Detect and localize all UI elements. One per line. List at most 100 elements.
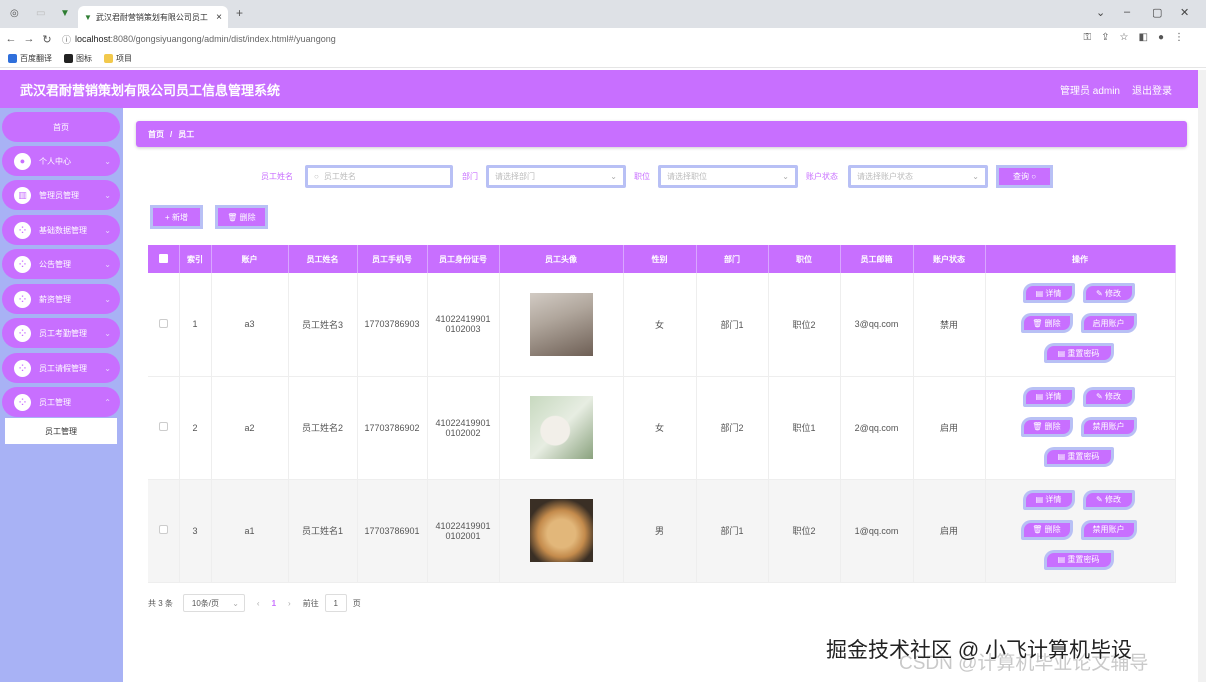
sidebar-item-basic-data[interactable]: ⁘ 基础数据管理 ⌄: [2, 215, 120, 245]
translate-icon: [8, 54, 17, 63]
pinned-tab-icon[interactable]: ▭: [36, 8, 45, 19]
toolbar-icons[interactable]: ⚿⇪☆◧●⋮: [1084, 32, 1194, 43]
sidebar-item-attendance[interactable]: ⁘ 员工考勤管理 ⌄: [2, 318, 120, 348]
row-checkbox[interactable]: [148, 376, 180, 480]
folder-icon: [104, 54, 113, 63]
detail-button[interactable]: ▤ 详情: [1022, 489, 1075, 510]
page-number-current[interactable]: 1: [272, 599, 276, 608]
row-checkbox[interactable]: [148, 273, 180, 377]
next-page-button[interactable]: ›: [288, 599, 291, 608]
cell-phone: 17703786902: [357, 376, 428, 480]
table-row: 2 a2 员工姓名2 17703786902 41022419901 010200…: [148, 376, 1176, 480]
cell-avatar: [499, 479, 624, 583]
cell-id-number: 41022419901 0102001: [427, 479, 500, 583]
reset-password-button[interactable]: ▤ 重置密码: [1043, 549, 1114, 570]
batch-delete-button[interactable]: 🗑 删除: [215, 205, 268, 229]
tab-search-icon[interactable]: ⌄: [1096, 6, 1105, 19]
cell-gender: 男: [623, 479, 697, 583]
browser-tab-active[interactable]: ▼ 武汉君耐营销策划有限公司员工 ×: [78, 6, 228, 28]
forward-icon[interactable]: →: [22, 33, 36, 45]
close-window-icon[interactable]: ✕: [1180, 6, 1189, 19]
goto-label: 前往: [302, 598, 319, 608]
position-filter-select[interactable]: 请选择职位 ⌄: [658, 165, 798, 188]
grid-icon: ⁘: [14, 221, 31, 239]
breadcrumb-current: 员工: [178, 129, 195, 139]
cell-position: 职位2: [768, 479, 841, 583]
sidebar-item-leave[interactable]: ⁘ 员工请假管理 ⌄: [2, 353, 120, 383]
vue-favicon-icon: ▼: [84, 12, 92, 22]
delete-button[interactable]: 🗑 删除: [1020, 313, 1073, 333]
table-row: 1 a3 员工姓名3 17703786903 41022419901 010200…: [148, 273, 1176, 377]
row-checkbox[interactable]: [148, 479, 180, 583]
delete-button[interactable]: 🗑 删除: [1020, 519, 1073, 540]
grid-icon: ⁘: [14, 393, 31, 411]
sidebar-item-home[interactable]: 首页: [2, 112, 120, 142]
watermark-juejin: 掘金技术社区 @ 小飞计算机毕设: [826, 639, 1132, 662]
sidebar-subitem-employee-manage[interactable]: 员工管理: [5, 418, 117, 444]
status-filter-select[interactable]: 请选择账户状态 ⌄: [848, 165, 988, 188]
reload-icon[interactable]: ↻: [40, 33, 54, 46]
avatar: [529, 499, 593, 562]
edit-button[interactable]: ✎ 修改: [1082, 386, 1135, 407]
back-icon[interactable]: ←: [4, 33, 18, 45]
page-size-select[interactable]: 10条/页 ⌄: [182, 594, 245, 612]
dept-filter-select[interactable]: 请选择部门 ⌄: [486, 165, 626, 188]
prev-page-button[interactable]: ‹: [257, 599, 260, 608]
grid-icon: ⁘: [14, 255, 31, 273]
edit-button[interactable]: ✎ 修改: [1082, 283, 1135, 303]
cell-index: 2: [179, 376, 212, 480]
name-filter-label: 员工姓名: [261, 172, 293, 181]
cell-operations: ▤ 详情 ✎ 修改 🗑 删除 启用账户 ▤ 重置密码: [985, 273, 1176, 377]
bookmark-baidu-translate[interactable]: 百度翻译: [8, 53, 52, 64]
cell-position: 职位2: [768, 273, 841, 377]
reset-password-button[interactable]: ▤ 重置密码: [1043, 343, 1114, 363]
column-header: 账户状态: [913, 245, 986, 273]
toggle-account-button[interactable]: 禁用账户: [1080, 519, 1137, 540]
site-info-icon[interactable]: ⓘ: [62, 33, 71, 46]
breadcrumb-home[interactable]: 首页: [148, 129, 164, 140]
toggle-account-button[interactable]: 禁用账户: [1080, 416, 1137, 437]
chevron-down-icon: ⌄: [232, 598, 239, 608]
status-filter-label: 账户状态: [806, 172, 838, 181]
tab-close-icon[interactable]: ×: [216, 12, 222, 23]
add-button[interactable]: + 新增: [150, 205, 203, 229]
cell-index: 1: [179, 273, 212, 377]
sidebar-item-salary[interactable]: ⁘ 薪资管理 ⌄: [2, 284, 120, 314]
bookmark-icons[interactable]: 图标: [64, 53, 92, 64]
edit-button[interactable]: ✎ 修改: [1082, 489, 1135, 510]
pagination: 共 3 条 10条/页 ⌄ ‹ 1 › 前往 1 页: [148, 594, 361, 612]
select-all-checkbox[interactable]: [148, 245, 180, 273]
sidebar-item-notice[interactable]: ⁘ 公告管理 ⌄: [2, 249, 120, 279]
cell-index: 3: [179, 479, 212, 583]
bookmark-project[interactable]: 项目: [104, 53, 132, 64]
minimize-icon[interactable]: –: [1124, 6, 1130, 18]
delete-button[interactable]: 🗑 删除: [1020, 416, 1073, 437]
reset-password-button[interactable]: ▤ 重置密码: [1043, 446, 1114, 467]
detail-button[interactable]: ▤ 详情: [1022, 386, 1075, 407]
vue-tab-icon[interactable]: ▼: [60, 8, 70, 19]
breadcrumb-separator: /: [170, 129, 173, 139]
detail-button[interactable]: ▤ 详情: [1022, 283, 1075, 303]
restore-icon[interactable]: ▢: [1152, 6, 1162, 19]
search-icon: ○: [314, 172, 319, 181]
logout-link[interactable]: 退出登录: [1132, 82, 1172, 97]
toggle-account-button[interactable]: 启用账户: [1080, 313, 1137, 333]
column-header: 员工邮箱: [840, 245, 914, 273]
sidebar-item-admin[interactable]: ▥ 管理员管理 ⌄: [2, 180, 120, 210]
goto-page-input[interactable]: 1: [324, 594, 347, 612]
column-header: 索引: [179, 245, 212, 273]
cell-id-number: 41022419901 0102003: [427, 273, 500, 377]
browser-menu-icon[interactable]: ◎: [10, 8, 19, 19]
name-filter-input[interactable]: ○ 员工姓名: [305, 165, 453, 188]
page-scrollbar[interactable]: [1198, 70, 1206, 682]
query-button[interactable]: 查询 ○: [996, 165, 1053, 188]
url-field[interactable]: ⓘ localhost:8080/gongsiyuangong/admin/di…: [62, 31, 1072, 47]
chevron-down-icon: ⌄: [610, 172, 617, 181]
new-tab-button[interactable]: +: [236, 6, 243, 20]
cell-operations: ▤ 详情 ✎ 修改 🗑 删除 禁用账户 ▤ 重置密码: [985, 376, 1176, 480]
cell-phone: 17703786903: [357, 273, 428, 377]
column-header: 操作: [985, 245, 1176, 273]
sidebar-item-personal[interactable]: ● 个人中心 ⌄: [2, 146, 120, 176]
sidebar-item-employee[interactable]: ⁘ 员工管理 ⌃: [2, 387, 120, 417]
total-count: 共 3 条: [148, 598, 173, 608]
